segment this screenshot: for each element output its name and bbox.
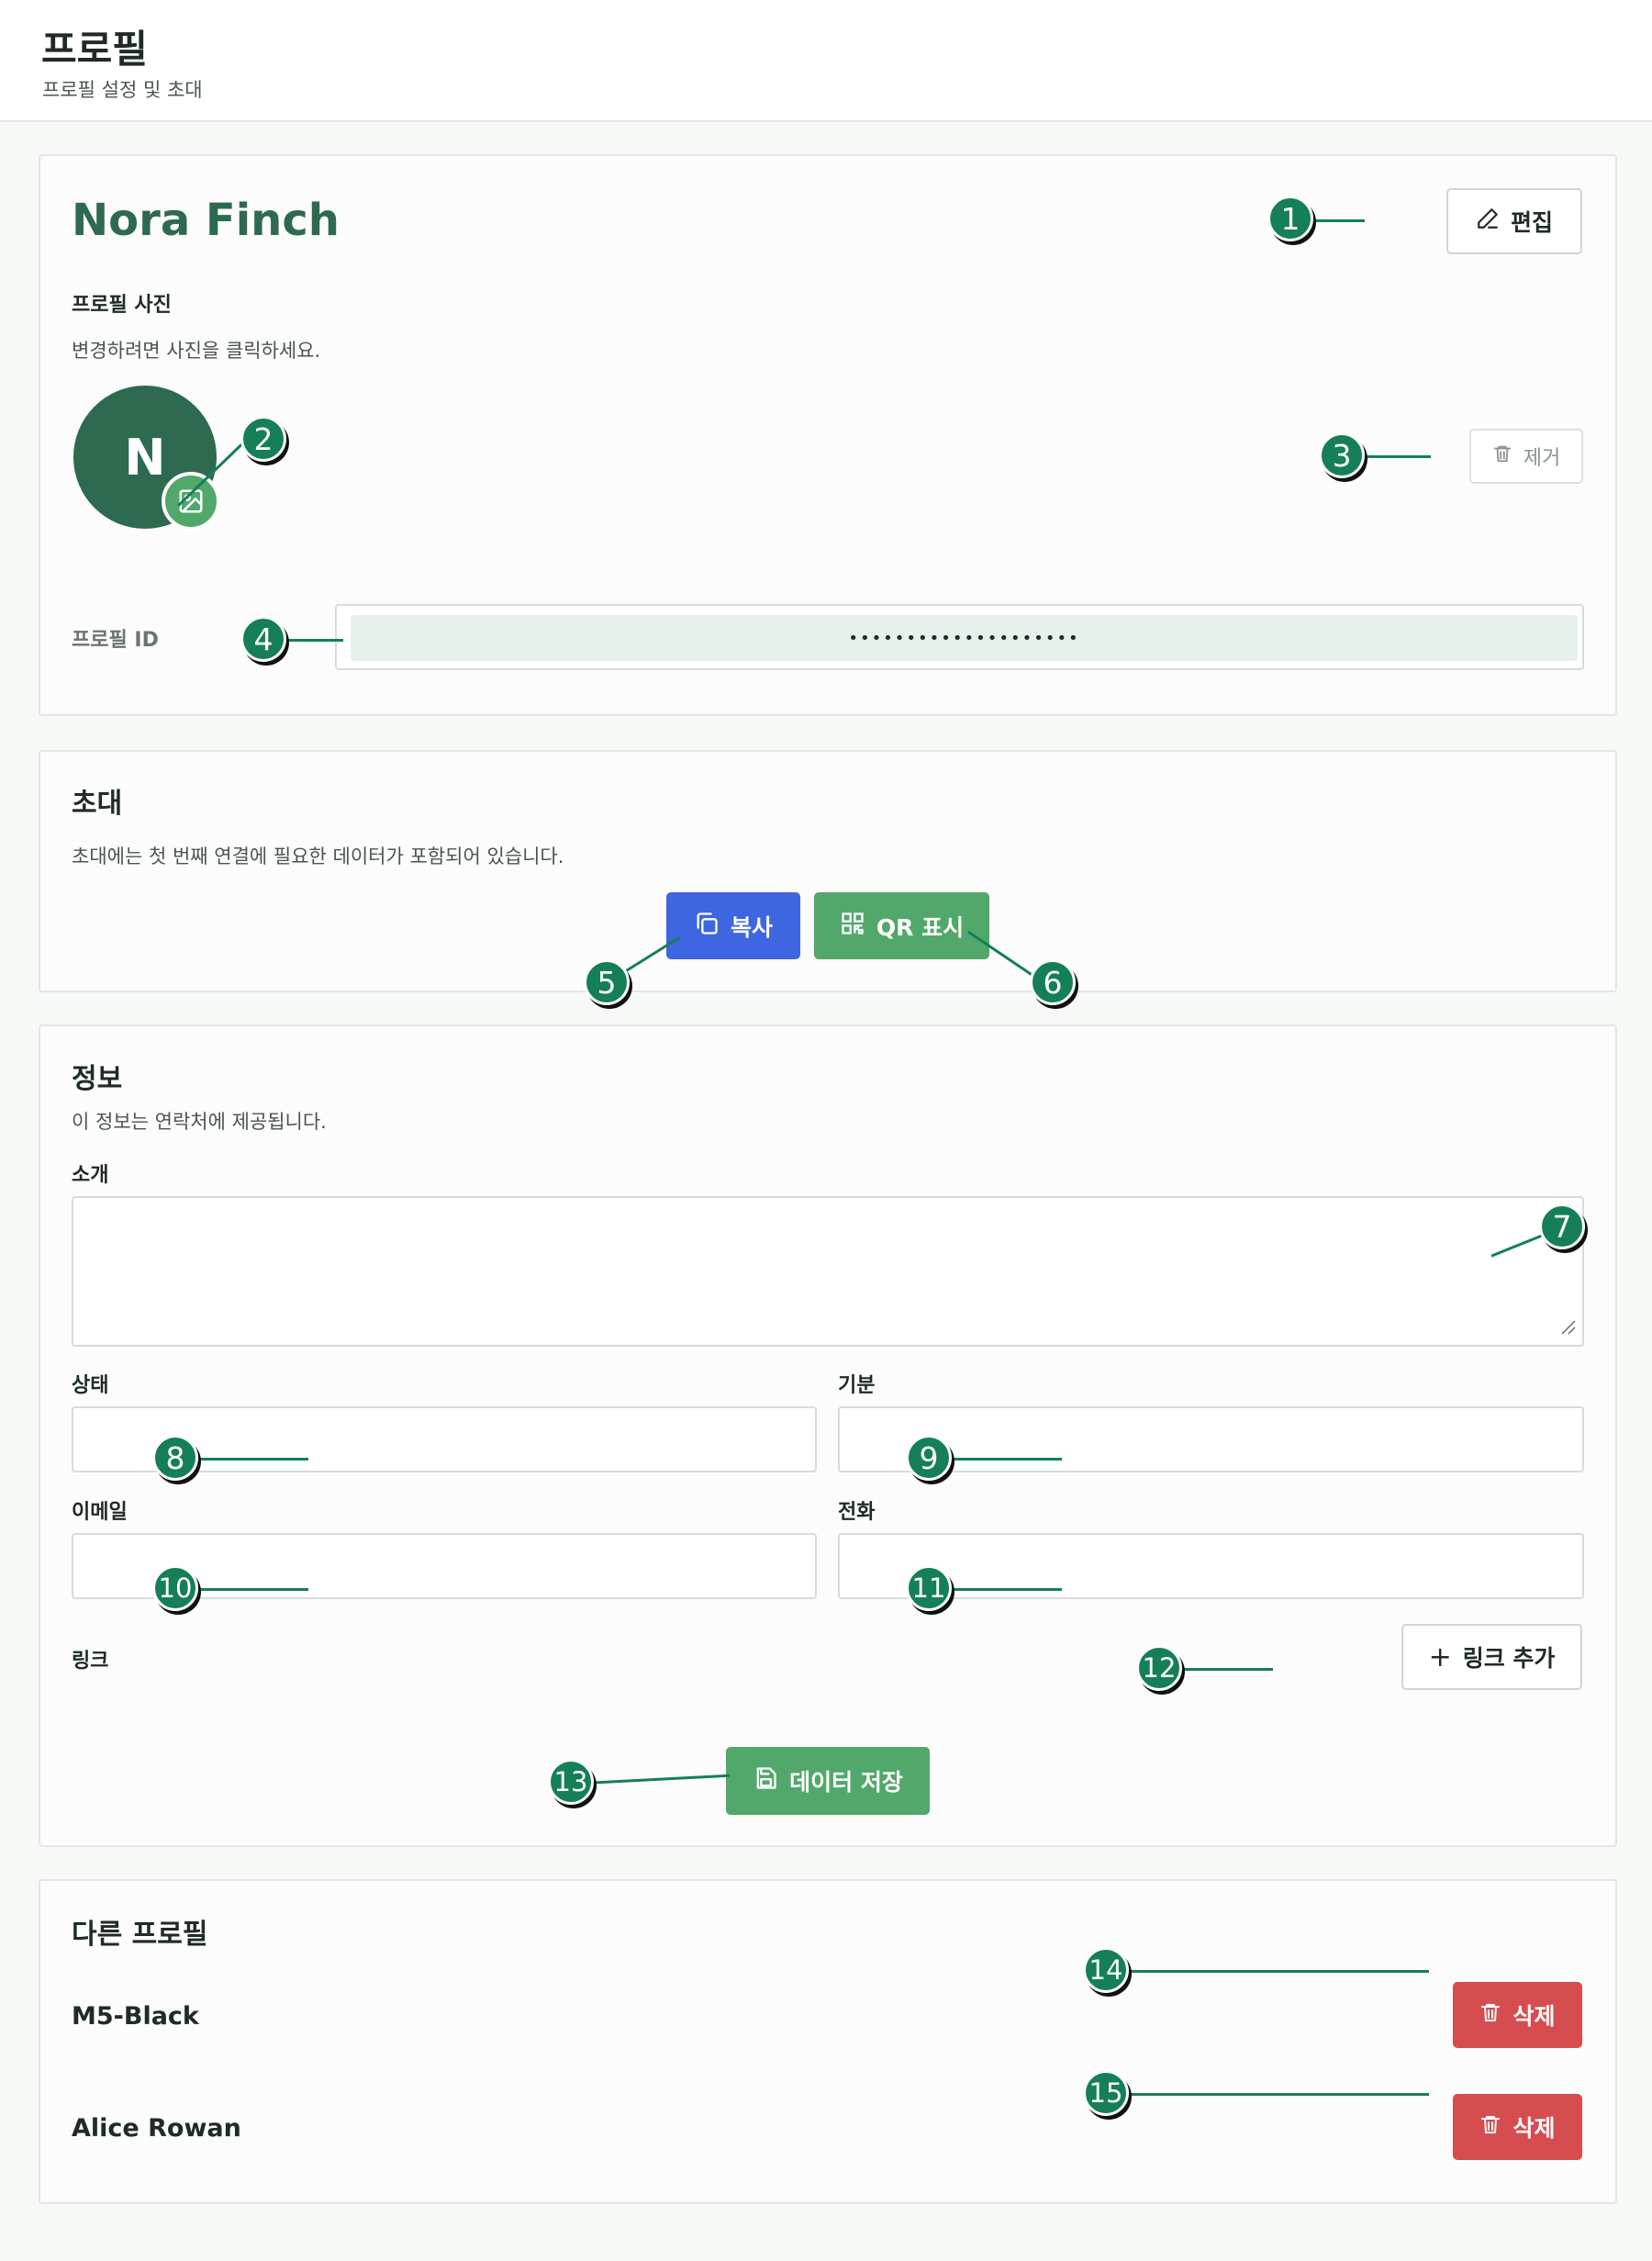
annotation-marker: 13 (548, 1759, 594, 1805)
plus-icon: + (1428, 1640, 1452, 1673)
email-label: 이메일 (72, 1501, 128, 1524)
annotation-marker: 12 (1136, 1645, 1182, 1691)
page-header: 프로필 프로필 설정 및 초대 (0, 0, 1652, 122)
page-title: 프로필 (41, 27, 148, 72)
other-profiles-title: 다른 프로필 (72, 1919, 208, 1951)
marker-line (951, 1458, 1062, 1461)
delete-label: 삭제 (1512, 2003, 1556, 2030)
invite-title: 초대 (72, 788, 123, 820)
trash-icon (1492, 443, 1512, 469)
links-label: 링크 (72, 1650, 109, 1673)
remove-label: 제거 (1523, 447, 1561, 470)
profile-name: Nora Finch (72, 195, 340, 246)
trash-icon (1479, 2113, 1501, 2141)
invite-desc: 초대에는 첫 번째 연결에 필요한 데이터가 포함되어 있습니다. (72, 845, 564, 867)
annotation-marker: 11 (906, 1565, 952, 1611)
add-link-button[interactable]: + 링크 추가 (1401, 1624, 1582, 1690)
annotation-marker: 6 (1030, 959, 1076, 1005)
copy-button[interactable]: 복사 (666, 892, 800, 959)
save-data-button[interactable]: 데이터 저장 (726, 1747, 930, 1815)
phone-label: 전화 (838, 1501, 876, 1524)
intro-textarea[interactable] (72, 1196, 1584, 1347)
qr-code-icon (840, 911, 865, 942)
delete-profile-button[interactable]: 삭제 (1453, 1982, 1582, 2048)
annotation-marker: 14 (1083, 1947, 1129, 1993)
marker-line (197, 1458, 308, 1461)
annotation-marker: 2 (240, 416, 286, 462)
info-title: 정보 (72, 1063, 123, 1095)
info-desc: 이 정보는 연락처에 제공됩니다. (72, 1111, 327, 1133)
annotation-marker: 9 (906, 1435, 952, 1481)
change-photo-icon[interactable] (162, 472, 220, 531)
copy-label: 복사 (730, 913, 773, 941)
save-label: 데이터 저장 (789, 1769, 903, 1796)
marker-line (951, 1588, 1062, 1591)
mood-label: 기분 (838, 1374, 876, 1397)
add-link-label: 링크 추가 (1462, 1645, 1556, 1672)
profile-id-label: 프로필 ID (72, 629, 159, 652)
trash-icon (1479, 2001, 1501, 2029)
avatar-initial: N (124, 428, 166, 487)
annotation-marker: 4 (240, 616, 286, 662)
status-label: 상태 (72, 1374, 109, 1397)
photo-label: 프로필 사진 (72, 294, 172, 317)
edit-button[interactable]: 편집 (1446, 188, 1582, 254)
other-profiles-card (39, 1879, 1617, 2204)
annotation-marker: 7 (1539, 1203, 1585, 1249)
other-profile-name: Alice Rowan (72, 2114, 241, 2143)
show-qr-button[interactable]: QR 표시 (814, 892, 989, 959)
marker-line (197, 1588, 308, 1591)
qr-label: QR 표시 (876, 913, 965, 941)
copy-icon (694, 911, 720, 942)
photo-hint: 변경하려면 사진을 클릭하세요. (72, 340, 321, 362)
annotation-marker: 15 (1083, 2070, 1129, 2116)
annotation-marker: 5 (584, 959, 630, 1005)
other-profile-name: M5-Black (72, 2002, 199, 2031)
marker-line (1131, 1970, 1429, 1973)
delete-profile-button[interactable]: 삭제 (1453, 2094, 1582, 2160)
profile-id-field[interactable]: •••••••••••••••••••• (335, 604, 1584, 670)
annotation-marker: 1 (1267, 196, 1313, 241)
marker-line (1181, 1668, 1273, 1671)
save-icon (753, 1765, 778, 1796)
edit-label: 편집 (1510, 209, 1553, 236)
profile-id-value: •••••••••••••••••••• (351, 615, 1578, 661)
delete-label: 삭제 (1512, 2115, 1556, 2142)
pencil-icon (1476, 207, 1500, 236)
resize-handle-icon[interactable] (1560, 1319, 1577, 1339)
page-subtitle: 프로필 설정 및 초대 (42, 79, 203, 101)
annotation-marker: 3 (1319, 432, 1365, 478)
marker-line (1131, 2093, 1429, 2096)
intro-label: 소개 (72, 1164, 109, 1187)
annotation-marker: 8 (152, 1435, 198, 1481)
annotation-marker: 10 (152, 1565, 198, 1611)
remove-photo-button[interactable]: 제거 (1469, 429, 1583, 484)
